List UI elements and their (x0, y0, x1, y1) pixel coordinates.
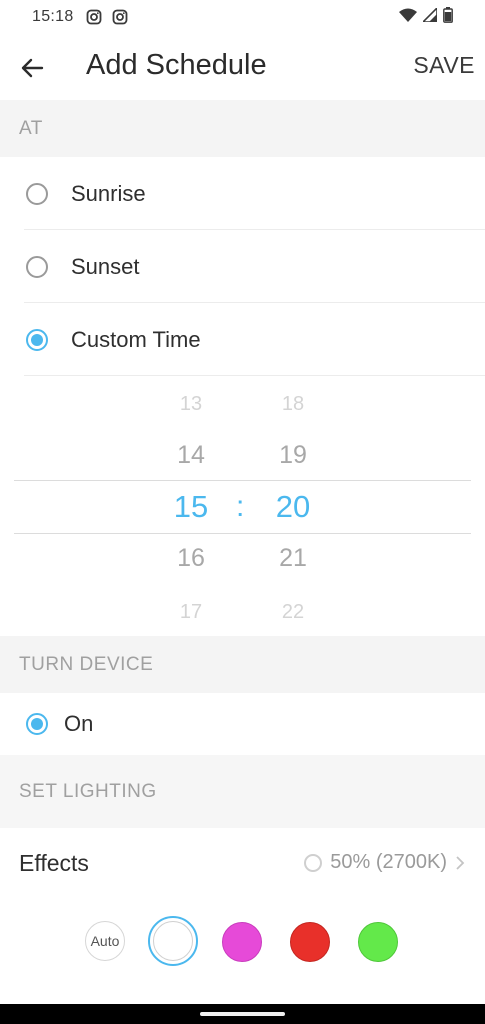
radio-option-custom-time[interactable]: Custom Time (0, 303, 485, 376)
color-swatches: Auto (0, 912, 485, 972)
hour-selected[interactable]: 15 (161, 489, 221, 525)
radio-label: Sunset (71, 253, 140, 279)
radio-option-on[interactable]: On (0, 693, 485, 755)
instagram-icon (86, 9, 102, 25)
white-swatch-selected[interactable] (148, 916, 198, 966)
section-header-turn-device: TURN DEVICE (0, 636, 485, 693)
radio-button-selected[interactable] (26, 713, 48, 735)
hour-option[interactable]: 16 (161, 544, 221, 573)
auto-swatch-button[interactable]: Auto (85, 921, 125, 961)
radio-label: Sunrise (71, 180, 146, 206)
radio-button-selected[interactable] (26, 328, 48, 351)
radio-label: On (64, 711, 94, 736)
picker-selection-line-top (14, 480, 471, 481)
radio-button[interactable] (26, 182, 48, 205)
minute-option[interactable]: 21 (263, 544, 323, 573)
back-button[interactable] (18, 54, 46, 82)
effects-label: Effects (19, 850, 89, 876)
home-gesture-handle[interactable] (200, 1012, 285, 1016)
hour-option[interactable]: 14 (161, 441, 221, 470)
system-nav-bar (0, 1004, 485, 1024)
green-swatch[interactable] (358, 922, 398, 962)
battery-icon (443, 6, 453, 28)
effects-value-text: 50% (2700K) (330, 851, 447, 873)
hour-option[interactable]: 13 (161, 393, 221, 416)
save-button[interactable]: SAVE (413, 52, 475, 79)
effects-value[interactable]: 50% (2700K) (304, 851, 465, 874)
radio-option-sunrise[interactable]: Sunrise (0, 157, 485, 230)
chevron-right-icon (456, 855, 465, 870)
time-picker: 13 14 15 16 17 : 18 19 20 21 22 (0, 376, 485, 636)
brightness-indicator-icon (304, 853, 323, 872)
signal-icon (421, 5, 438, 27)
time-separator: : (236, 490, 245, 523)
radio-button[interactable] (26, 255, 48, 278)
status-bar: 15:18 (0, 0, 485, 34)
radio-label: Custom Time (71, 326, 201, 352)
status-time: 15:18 (32, 8, 74, 25)
magenta-swatch[interactable] (222, 922, 262, 962)
back-arrow-icon (21, 58, 44, 78)
picker-selection-line-bottom (14, 533, 471, 534)
radio-option-sunset[interactable]: Sunset (0, 230, 485, 303)
minute-option[interactable]: 19 (263, 441, 323, 470)
minute-selected[interactable]: 20 (263, 489, 323, 525)
page-title: Add Schedule (86, 49, 267, 81)
wifi-icon (399, 8, 417, 27)
instagram-icon (112, 9, 128, 25)
white-swatch-fill (153, 921, 193, 961)
section-header-at: AT (0, 100, 485, 157)
section-header-set-lighting: SET LIGHTING (0, 755, 485, 828)
minute-option[interactable]: 22 (263, 601, 323, 624)
hour-option[interactable]: 17 (161, 601, 221, 624)
app-header: Add Schedule SAVE (0, 34, 485, 100)
red-swatch[interactable] (290, 922, 330, 962)
minute-option[interactable]: 18 (263, 393, 323, 416)
effects-row[interactable]: Effects 50% (2700K) (0, 830, 485, 896)
